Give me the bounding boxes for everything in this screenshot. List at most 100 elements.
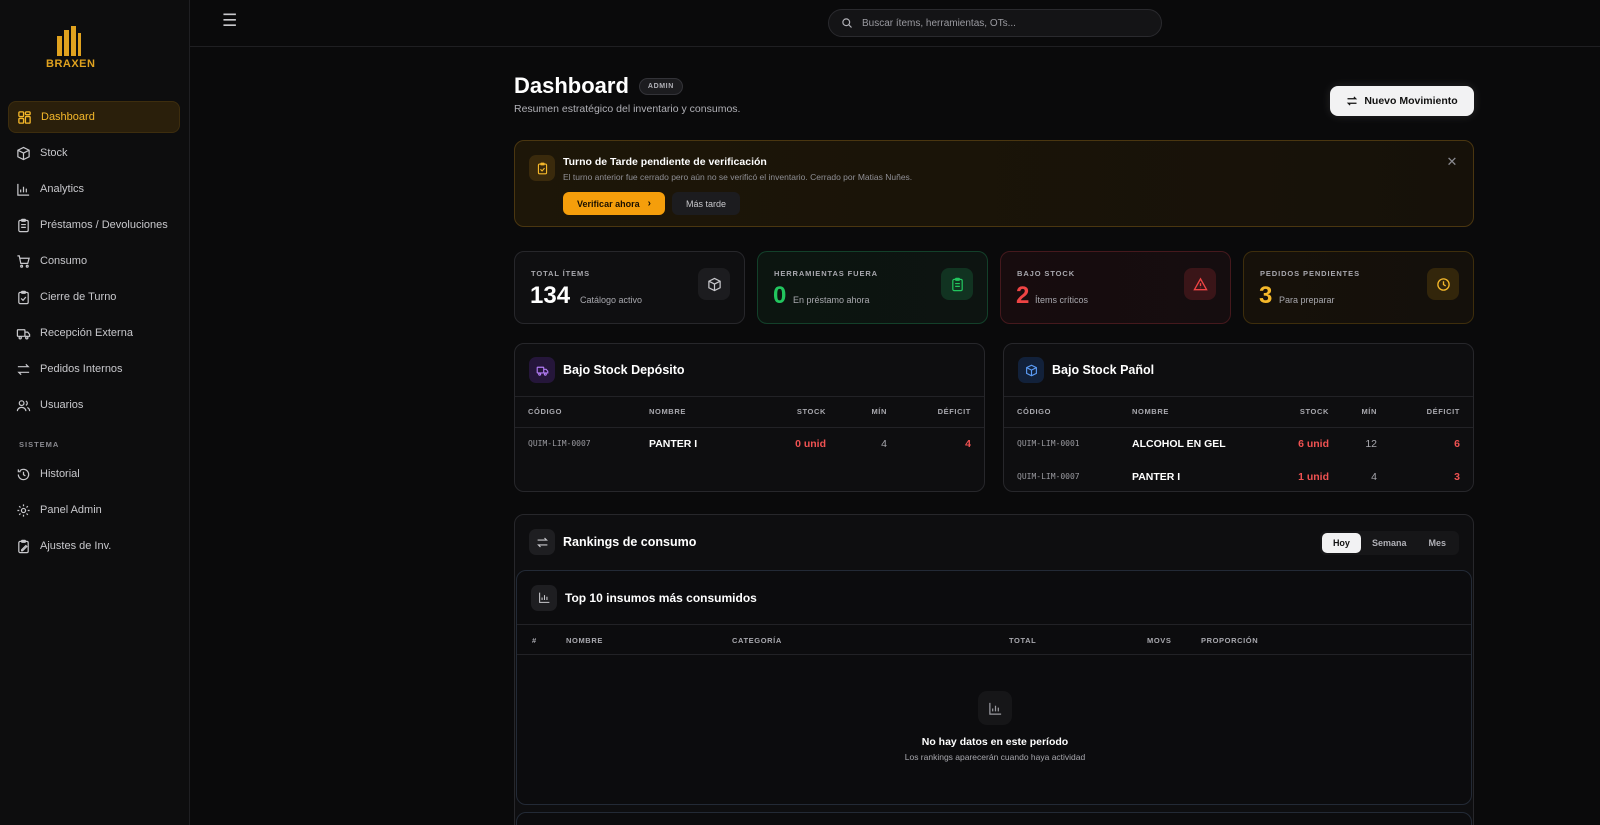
period-selector: Hoy Semana Mes — [1319, 531, 1459, 555]
period-tab-hoy[interactable]: Hoy — [1321, 533, 1361, 553]
cell-nombre: PANTER I — [1132, 470, 1181, 483]
later-button[interactable]: Más tarde — [672, 192, 740, 215]
table-row[interactable]: QUIM-LIM-0007 PANTER I 1 unid 4 3 — [1004, 460, 1473, 491]
cell-min: 4 — [881, 437, 887, 450]
cell-nombre: ALCOHOL EN GEL — [1132, 437, 1226, 450]
cell-min: 4 — [1371, 470, 1377, 483]
sidebar-nav: Dashboard Stock Analytics Préstamos / De… — [8, 101, 180, 566]
stat-card-total-items[interactable]: TOTAL ÍTEMS 134 Catálogo activo — [514, 251, 745, 324]
column-header: MOVS — [1147, 636, 1172, 645]
logo-bars-icon — [57, 26, 81, 56]
box-icon — [707, 277, 721, 291]
cell-stock: 1 unid — [1298, 470, 1329, 483]
stat-label: HERRAMIENTAS FUERA — [774, 269, 878, 278]
stat-label: BAJO STOCK — [1017, 269, 1076, 278]
stat-value: 0 — [773, 282, 787, 309]
close-icon[interactable]: ✕ — [1445, 155, 1459, 169]
stat-card-pending-orders[interactable]: PEDIDOS PENDIENTES 3 Para preparar — [1243, 251, 1474, 324]
swap-icon — [1347, 96, 1358, 106]
sidebar-item-cierre-turno[interactable]: Cierre de Turno — [8, 281, 180, 313]
low-stock-deposito-panel: Bajo Stock Depósito CÓDIGO NOMBRE STOCK … — [514, 343, 985, 492]
empty-state-subtitle: Los rankings aparecerán cuando haya acti… — [904, 752, 1086, 762]
sidebar-item-stock[interactable]: Stock — [8, 137, 180, 169]
stat-label: TOTAL ÍTEMS — [531, 269, 591, 278]
table-row[interactable]: QUIM-LIM-0007 PANTER I 0 unid 4 4 — [515, 427, 984, 460]
cell-codigo: QUIM-LIM-0001 — [1017, 439, 1080, 449]
column-header: PROPORCIÓN — [1201, 636, 1259, 645]
sidebar-item-historial[interactable]: Historial — [8, 458, 180, 490]
column-header: MÍN — [826, 397, 887, 428]
cell-deficit: 6 — [1454, 437, 1460, 450]
stat-card-low-stock[interactable]: BAJO STOCK 2 Ítems críticos — [1000, 251, 1231, 324]
rankings-panel: Rankings de consumo Hoy Semana Mes Top 1… — [514, 514, 1474, 825]
search-input[interactable] — [862, 17, 1152, 29]
sidebar-item-analytics[interactable]: Analytics — [8, 173, 180, 205]
empty-state: No hay datos en este período Los ranking… — [517, 691, 1473, 762]
cell-deficit: 4 — [965, 437, 971, 450]
top-consumed-columns: # NOMBRE CATEGORÍA TOTAL MOVS PROPORCIÓN — [517, 625, 1471, 655]
search-icon — [842, 18, 852, 28]
sidebar-item-recepcion[interactable]: Recepción Externa — [8, 317, 180, 349]
stat-caption: Catálogo activo — [580, 295, 643, 305]
sidebar-section-sistema: SISTEMA — [19, 440, 60, 449]
period-tab-mes[interactable]: Mes — [1417, 533, 1457, 553]
search-box[interactable] — [828, 9, 1162, 37]
alert-description: El turno anterior fue cerrado pero aún n… — [563, 172, 913, 182]
sidebar-item-prestamos[interactable]: Préstamos / Devoluciones — [8, 209, 180, 241]
panel-header: Bajo Stock Pañol — [1004, 344, 1473, 397]
sidebar-item-ajustes[interactable]: Ajustes de Inv. — [8, 530, 180, 562]
role-badge: ADMIN — [638, 77, 683, 95]
alert-title: Turno de Tarde pendiente de verificación — [563, 156, 767, 168]
column-header: CÓDIGO — [515, 397, 649, 428]
top-consumed-title: Top 10 insumos más consumidos — [565, 590, 757, 605]
panel-icon-wrap — [1018, 357, 1044, 383]
sidebar-item-label: Stock — [40, 147, 68, 159]
swap-icon — [536, 537, 548, 547]
cell-codigo: QUIM-LIM-0007 — [1017, 472, 1080, 481]
clipboard-icon — [951, 277, 963, 291]
sidebar-item-dashboard[interactable]: Dashboard — [8, 101, 180, 133]
cart-icon — [17, 254, 30, 268]
stat-card-tools-out[interactable]: HERRAMIENTAS FUERA 0 En préstamo ahora — [757, 251, 988, 324]
sidebar-item-label: Recepción Externa — [40, 327, 133, 339]
shift-verification-alert: Turno de Tarde pendiente de verificación… — [514, 140, 1474, 227]
cell-nombre: PANTER I — [649, 437, 698, 450]
sidebar-item-label: Consumo — [40, 255, 88, 267]
column-header: DÉFICIT — [887, 397, 984, 428]
column-header: MÍN — [1329, 397, 1377, 428]
clipboard-check-icon — [18, 290, 29, 304]
period-tab-semana[interactable]: Semana — [1361, 533, 1418, 553]
verify-now-button[interactable]: Verificar ahora › — [563, 192, 665, 215]
bar-chart-icon — [17, 183, 30, 196]
history-icon — [17, 468, 30, 480]
rankings-icon-wrap — [529, 529, 555, 555]
truck-icon — [16, 328, 31, 339]
users-icon — [16, 399, 31, 411]
title-row: Dashboard ADMIN — [514, 73, 683, 99]
stat-caption: En préstamo ahora — [793, 295, 870, 305]
sidebar-item-usuarios[interactable]: Usuarios — [8, 389, 180, 421]
sidebar: BRAXEN Dashboard Stock Analytics Préstam… — [0, 0, 190, 825]
table-header-row: CÓDIGO NOMBRE STOCK MÍN DÉFICIT — [515, 397, 984, 428]
sidebar-item-consumo[interactable]: Consumo — [8, 245, 180, 277]
sidebar-item-label: Dashboard — [41, 111, 95, 123]
low-stock-panol-table: CÓDIGO NOMBRE STOCK MÍN DÉFICIT QUIM-LIM… — [1004, 397, 1473, 491]
new-movement-button[interactable]: Nuevo Movimiento — [1330, 86, 1474, 116]
rankings-title: Rankings de consumo — [563, 535, 697, 549]
sidebar-item-pedidos[interactable]: Pedidos Internos — [8, 353, 180, 385]
next-ranking-panel — [516, 812, 1472, 825]
table-row[interactable]: QUIM-LIM-0001 ALCOHOL EN GEL 6 unid 12 6 — [1004, 427, 1473, 460]
stat-icon-wrap — [1427, 268, 1459, 300]
sidebar-item-panel-admin[interactable]: Panel Admin — [8, 494, 180, 526]
stat-icon-wrap — [1184, 268, 1216, 300]
cell-codigo: QUIM-LIM-0007 — [528, 439, 591, 449]
column-header: TOTAL — [1009, 636, 1037, 645]
panel-icon-wrap — [529, 357, 555, 383]
cell-min: 12 — [1365, 437, 1377, 450]
low-stock-panol-panel: Bajo Stock Pañol CÓDIGO NOMBRE STOCK MÍN… — [1003, 343, 1474, 492]
menu-icon[interactable]: ☰ — [222, 12, 238, 29]
stat-label: PEDIDOS PENDIENTES — [1260, 269, 1360, 278]
chevron-right-icon: › — [647, 198, 651, 209]
brand-logo[interactable]: BRAXEN — [46, 26, 95, 70]
sidebar-item-label: Historial — [40, 468, 80, 480]
